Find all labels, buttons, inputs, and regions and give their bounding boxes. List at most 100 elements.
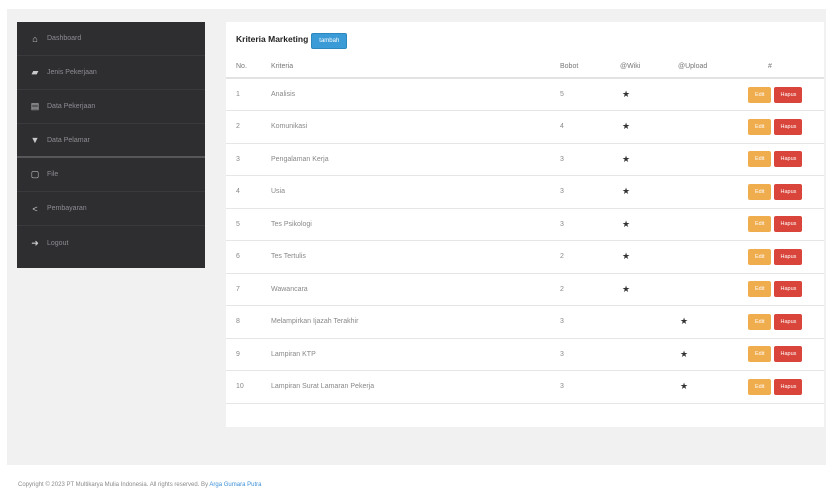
cell-upload (678, 175, 740, 209)
star-icon: ★ (680, 381, 689, 392)
edit-button[interactable]: Edit (748, 248, 772, 265)
edit-button[interactable]: Edit (748, 216, 772, 233)
delete-button[interactable]: Hapus (774, 346, 803, 363)
list-icon: ▤ (30, 101, 40, 111)
sidebar-item-data-pelamar[interactable]: ▼ Data Pelamar (17, 124, 205, 158)
delete-button[interactable]: Hapus (774, 281, 803, 298)
cell-upload (678, 78, 740, 111)
cell-no: 7 (226, 273, 271, 306)
cell-upload (678, 110, 740, 144)
edit-button[interactable]: Edit (748, 313, 772, 330)
cell-upload (678, 208, 740, 241)
cell-bobot: 2 (560, 273, 620, 306)
briefcase-icon: ▰ (31, 67, 39, 77)
cell-wiki (620, 305, 678, 339)
cell-actions: Edit Hapus (740, 370, 824, 404)
delete-button[interactable]: Hapus (774, 378, 803, 395)
criteria-table: No. Kriteria Bobot @Wiki @Upload # 1 Anal… (226, 56, 824, 404)
logout-icon: ➜ (31, 237, 39, 248)
cell-bobot: 3 (560, 370, 620, 404)
edit-button[interactable]: Edit (748, 281, 772, 298)
table-row: 6 Tes Tertulis 2 ★ Edit Hapus (226, 240, 824, 274)
delete-button[interactable]: Hapus (774, 313, 803, 330)
cell-no: 9 (226, 338, 271, 371)
page-title: Kriteria Marketing (236, 34, 309, 44)
sidebar: ⌂ Dashboard ▰ Jenis Pekerjaan ▤ Data Pek… (17, 22, 205, 268)
cell-wiki: ★ (620, 240, 678, 274)
cell-bobot: 4 (560, 110, 620, 144)
cell-no: 1 (226, 78, 271, 111)
cell-upload (678, 240, 740, 274)
cell-actions: Edit Hapus (740, 305, 824, 339)
cell-wiki (620, 370, 678, 404)
share-icon: < (32, 203, 38, 214)
footer: Copyright © 2023 PT Multikarya Mulia Ind… (18, 482, 261, 488)
edit-button[interactable]: Edit (748, 151, 772, 168)
cell-upload (678, 273, 740, 306)
cell-no: 3 (226, 143, 271, 176)
footer-author-link[interactable]: Arga Gumara Putra (209, 482, 261, 488)
cell-no: 6 (226, 240, 271, 274)
cell-upload: ★ (678, 338, 740, 371)
edit-button[interactable]: Edit (748, 346, 772, 363)
cell-wiki: ★ (620, 175, 678, 209)
column-header-wiki: @Wiki (620, 56, 678, 79)
users-icon: ▼ (30, 135, 40, 145)
sidebar-item-label: Pembayaran (47, 205, 87, 212)
table-header-row: No. Kriteria Bobot @Wiki @Upload # (226, 56, 824, 79)
star-icon: ★ (622, 89, 631, 99)
cell-bobot: 3 (560, 338, 620, 371)
cell-kriteria: Pengalaman Kerja (271, 143, 560, 176)
edit-button[interactable]: Edit (748, 183, 772, 200)
cell-actions: Edit Hapus (740, 240, 824, 274)
sidebar-item-dashboard[interactable]: ⌂ Dashboard (17, 22, 205, 56)
cell-bobot: 3 (560, 175, 620, 209)
sidebar-item-label: Dashboard (47, 35, 82, 42)
cell-bobot: 3 (560, 143, 620, 176)
cell-no: 4 (226, 175, 271, 209)
star-icon: ★ (680, 348, 689, 359)
delete-button[interactable]: Hapus (774, 151, 803, 168)
add-criteria-button[interactable]: tambah (311, 32, 348, 49)
table-row: 10 Lampiran Surat Lamaran Pekerja 3 ★ Edit Ha… (226, 370, 824, 404)
sidebar-item-label: Logout (47, 239, 69, 247)
cell-wiki (620, 338, 678, 371)
cell-actions: Edit Hapus (740, 208, 824, 241)
cell-kriteria: Melampirkan Ijazah Terakhir (271, 305, 560, 339)
edit-button[interactable]: Edit (748, 86, 772, 103)
delete-button[interactable]: Hapus (774, 183, 803, 200)
cell-actions: Edit Hapus (740, 110, 824, 144)
sidebar-item-label: Jenis Pekerjaan (47, 69, 97, 76)
delete-button[interactable]: Hapus (774, 118, 803, 135)
cell-upload: ★ (678, 305, 740, 339)
sidebar-item-label: Data Pelamar (47, 136, 90, 144)
cell-no: 8 (226, 305, 271, 339)
table-row: 5 Tes Psikologi 3 ★ Edit Hapus (226, 208, 824, 241)
sidebar-item-data-pekerjaan[interactable]: ▤ Data Pekerjaan (17, 90, 205, 124)
star-icon: ★ (680, 316, 689, 327)
sidebar-item-logout[interactable]: ➜ Logout (17, 226, 205, 260)
table-row: 7 Wawancara 2 ★ Edit Hapus (226, 273, 824, 306)
cell-kriteria: Wawancara (271, 273, 560, 306)
sidebar-item-file[interactable]: ▢ File (17, 158, 205, 192)
sidebar-item-pembayaran[interactable]: < Pembayaran (17, 192, 205, 226)
table-row: 3 Pengalaman Kerja 3 ★ Edit Hapus (226, 143, 824, 176)
table-row: 2 Komunikasi 4 ★ Edit Hapus (226, 110, 824, 144)
cell-actions: Edit Hapus (740, 78, 824, 111)
column-header-actions: # (740, 56, 824, 79)
table-row: 8 Melampirkan Ijazah Terakhir 3 ★ Edit Hapus (226, 305, 824, 339)
cell-no: 5 (226, 208, 271, 241)
delete-button[interactable]: Hapus (774, 216, 803, 233)
sidebar-item-jenis-pekerjaan[interactable]: ▰ Jenis Pekerjaan (17, 56, 205, 90)
star-icon: ★ (622, 186, 631, 197)
column-header-bobot: Bobot (560, 56, 620, 79)
criteria-panel: Kriteria Marketing tambah No. Kriteria B… (226, 22, 824, 427)
delete-button[interactable]: Hapus (774, 248, 803, 265)
cell-actions: Edit Hapus (740, 338, 824, 371)
edit-button[interactable]: Edit (748, 378, 772, 395)
edit-button[interactable]: Edit (748, 118, 772, 135)
cell-upload: ★ (678, 370, 740, 404)
table-row: 9 Lampiran KTP 3 ★ Edit Hapus (226, 338, 824, 371)
delete-button[interactable]: Hapus (774, 86, 803, 103)
column-header-no: No. (226, 56, 271, 79)
